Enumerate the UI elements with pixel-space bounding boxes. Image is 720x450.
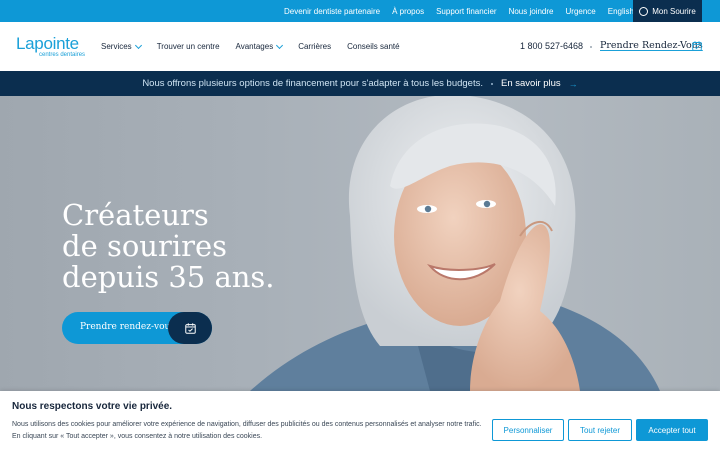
cta-icon-circle xyxy=(168,312,212,344)
learn-more-link[interactable]: En savoir plus xyxy=(501,78,561,89)
nav-services[interactable]: Services xyxy=(101,41,142,51)
link-about[interactable]: À propos xyxy=(392,7,424,16)
main-header: Lapointe centres dentaires Services Trou… xyxy=(0,22,720,71)
calendar-icon[interactable] xyxy=(692,41,702,51)
financing-banner: Nous offrons plusieurs options de financ… xyxy=(0,71,720,96)
book-appointment-label: Prendre rendez-vous xyxy=(80,322,175,332)
my-smile-label: Mon Sourire xyxy=(652,6,696,16)
nav-careers[interactable]: Carrières xyxy=(298,42,331,51)
nav-health-tips-label: Conseils santé xyxy=(347,42,400,51)
chevron-down-icon xyxy=(134,41,142,49)
customize-button[interactable]: Personnaliser xyxy=(492,419,564,441)
link-english[interactable]: English xyxy=(608,7,634,16)
book-appointment-button[interactable]: Prendre rendez-vous xyxy=(62,312,212,344)
calendar-icon xyxy=(185,323,196,334)
accept-all-button[interactable]: Accepter tout xyxy=(636,419,708,441)
hero-headline-line-2: de sourires xyxy=(62,229,228,263)
hero-headline: Créateurs de sourires depuis 35 ans. xyxy=(62,200,302,293)
link-partner-dentist[interactable]: Devenir dentiste partenaire xyxy=(284,7,380,16)
nav-careers-label: Carrières xyxy=(298,42,332,51)
arrow-right-icon[interactable]: → xyxy=(569,79,578,89)
separator-dot xyxy=(590,46,592,48)
link-contact[interactable]: Nous joindre xyxy=(509,7,554,16)
phone-link[interactable]: 1 800 527-6468 xyxy=(520,41,583,51)
link-financial-support[interactable]: Support financier xyxy=(436,7,496,16)
separator-dot xyxy=(491,82,493,85)
hero-section: Créateurs de sourires depuis 35 ans. Pre… xyxy=(0,96,720,391)
link-emergency[interactable]: Urgence xyxy=(566,7,596,16)
logo-subtitle: centres dentaires xyxy=(39,52,86,58)
cookie-banner: Nous respectons votre vie privée. Nous u… xyxy=(0,391,720,450)
hero-headline-line-3: depuis 35 ans. xyxy=(62,260,275,294)
hero-headline-line-1: Créateurs xyxy=(62,198,209,232)
main-nav: Services Trouver un centre Avantages Car… xyxy=(101,22,400,71)
utility-links: Devenir dentiste partenaire À propos Sup… xyxy=(284,0,634,22)
nav-benefits[interactable]: Avantages xyxy=(235,41,284,51)
nav-services-label: Services xyxy=(101,42,132,51)
user-ring-icon xyxy=(639,6,649,16)
appointment-link[interactable]: Prendre Rendez-Vous xyxy=(600,40,703,51)
reject-all-button[interactable]: Tout rejeter xyxy=(568,419,632,441)
financing-text: Nous offrons plusieurs options de financ… xyxy=(142,78,483,89)
cookie-text: Nous utilisons des cookies pour améliore… xyxy=(12,421,482,440)
my-smile-button[interactable]: Mon Sourire xyxy=(633,0,702,22)
top-utility-bar: Devenir dentiste partenaire À propos Sup… xyxy=(0,0,720,22)
nav-find-center-label: Trouver un centre xyxy=(156,42,220,51)
cookie-title: Nous respectons votre vie privée. xyxy=(12,401,173,412)
chevron-down-icon xyxy=(276,41,284,49)
logo-wordmark: Lapointe xyxy=(16,34,79,53)
nav-health-tips[interactable]: Conseils santé xyxy=(347,42,399,51)
nav-find-center[interactable]: Trouver un centre xyxy=(157,42,220,51)
logo[interactable]: Lapointe centres dentaires xyxy=(16,34,85,58)
nav-benefits-label: Avantages xyxy=(235,42,274,51)
